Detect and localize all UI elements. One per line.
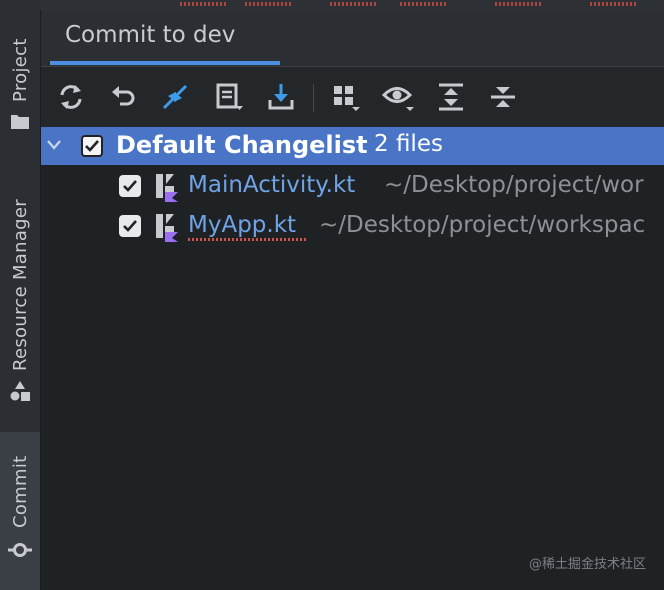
file-name: MyApp.kt bbox=[188, 212, 297, 238]
commit-panel: Commit to dev Default Changelist 2 files… bbox=[41, 10, 664, 590]
commit-tab-bar: Commit to dev bbox=[41, 10, 664, 67]
tool-commit[interactable]: Commit bbox=[0, 432, 40, 590]
tool-window-strip: Project Resource Manager Commit bbox=[0, 0, 41, 590]
tool-project-label: Project bbox=[10, 38, 31, 102]
rollback-icon bbox=[112, 86, 135, 106]
group-by-icon bbox=[334, 86, 360, 111]
tool-project[interactable]: Project bbox=[0, 20, 40, 135]
expand-all-icon bbox=[439, 83, 463, 111]
check-icon bbox=[123, 220, 137, 232]
view-options-icon bbox=[382, 87, 414, 111]
file-path: ~/Desktop/project/wor bbox=[384, 172, 644, 198]
watermark: @稀土掘金技术社区 bbox=[528, 557, 646, 572]
folder-icon bbox=[11, 115, 29, 129]
commit-icon bbox=[8, 543, 32, 557]
refresh-button[interactable] bbox=[53, 79, 89, 115]
group-by-button[interactable] bbox=[328, 79, 364, 115]
tool-commit-label: Commit bbox=[10, 455, 31, 528]
update-button[interactable] bbox=[263, 79, 299, 115]
view-options-button[interactable] bbox=[381, 79, 417, 115]
active-tab-indicator bbox=[50, 61, 280, 65]
check-icon bbox=[85, 140, 99, 152]
kotlin-file-icon bbox=[156, 214, 178, 242]
check-icon bbox=[123, 180, 137, 192]
file-path: ~/Desktop/project/workspac bbox=[319, 212, 646, 238]
show-diff-icon bbox=[162, 84, 188, 110]
file-row[interactable]: MainActivity.kt ~/Desktop/project/wor bbox=[41, 167, 664, 205]
tool-resource-manager[interactable]: Resource Manager bbox=[0, 175, 40, 415]
file-checkbox[interactable] bbox=[119, 215, 141, 237]
collapse-all-button[interactable] bbox=[485, 79, 521, 115]
update-icon bbox=[268, 84, 294, 110]
toolbar-separator bbox=[313, 84, 314, 112]
collapse-all-icon bbox=[491, 87, 515, 107]
changelist-button[interactable] bbox=[211, 79, 247, 115]
refresh-icon bbox=[60, 85, 82, 109]
editor-tabs-strip bbox=[40, 0, 664, 10]
commit-toolbar bbox=[41, 67, 664, 127]
changelist-checkbox[interactable] bbox=[81, 135, 103, 157]
file-name: MainActivity.kt bbox=[188, 172, 356, 198]
file-checkbox[interactable] bbox=[119, 175, 141, 197]
tool-resource-manager-label: Resource Manager bbox=[10, 199, 31, 371]
expand-all-button[interactable] bbox=[433, 79, 469, 115]
spelling-underline bbox=[188, 238, 306, 241]
tab-commit-to-dev[interactable]: Commit to dev bbox=[65, 22, 235, 48]
file-row[interactable]: MyApp.kt ~/Desktop/project/workspac bbox=[41, 207, 664, 245]
show-diff-button[interactable] bbox=[157, 79, 193, 115]
kotlin-file-icon bbox=[156, 174, 178, 202]
rollback-button[interactable] bbox=[106, 79, 142, 115]
changelist-icon bbox=[216, 83, 243, 110]
chevron-down-icon[interactable] bbox=[46, 139, 62, 151]
changelist-name: Default Changelist bbox=[116, 131, 368, 159]
changelist-row[interactable]: Default Changelist 2 files bbox=[41, 127, 664, 165]
resource-manager-icon bbox=[10, 381, 30, 401]
changelist-file-count: 2 files bbox=[374, 131, 443, 157]
